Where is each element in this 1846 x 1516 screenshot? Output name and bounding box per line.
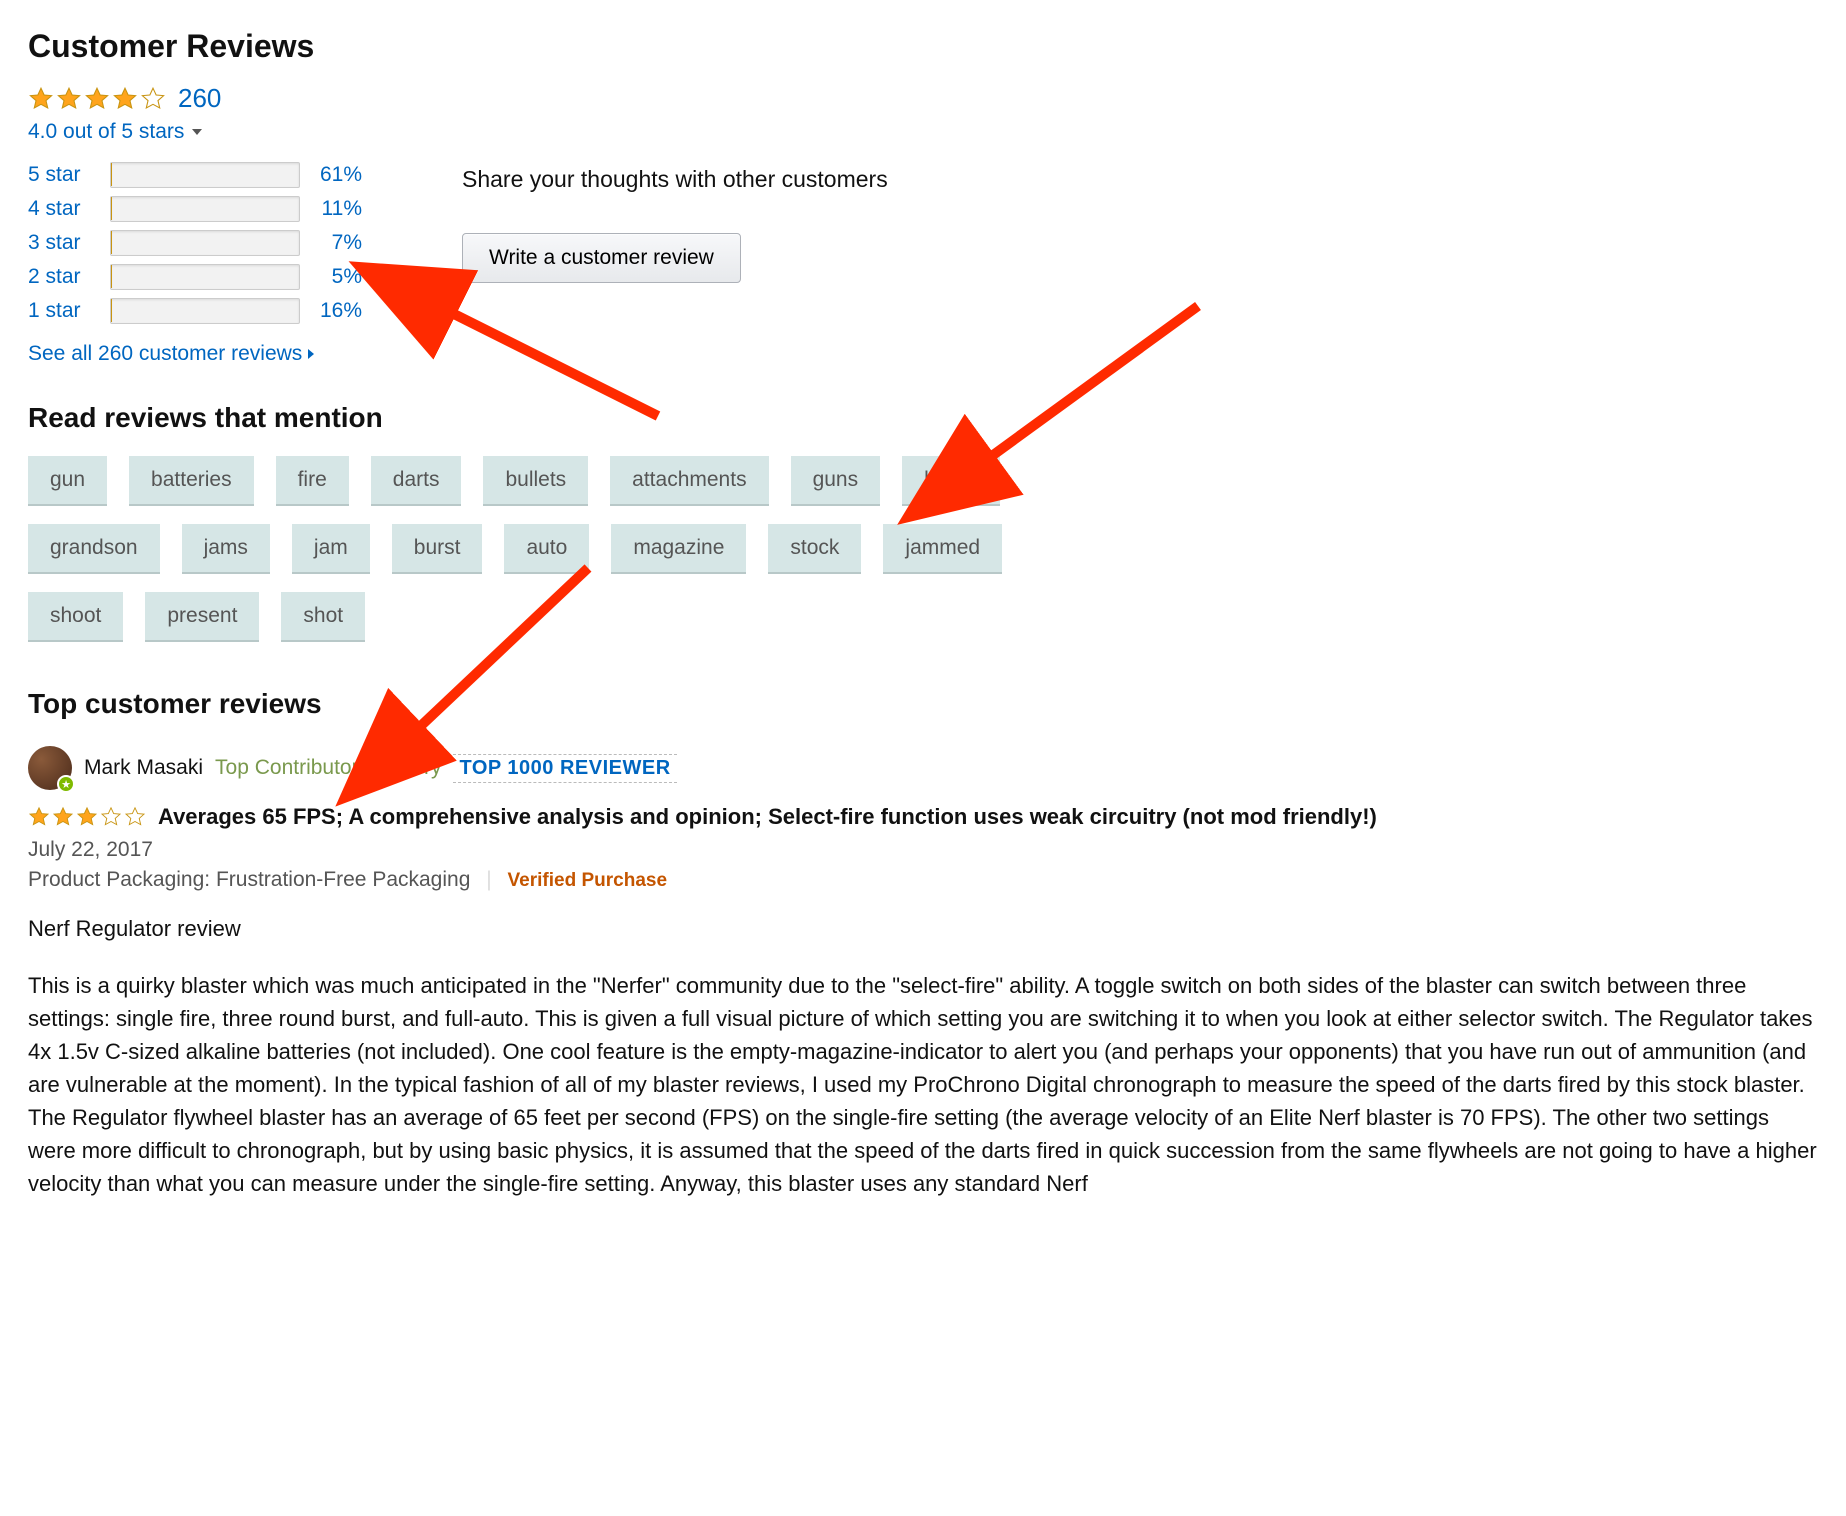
keyword-pill[interactable]: barrel xyxy=(902,456,1000,506)
keyword-pill[interactable]: batteries xyxy=(129,456,254,506)
histogram-row[interactable]: 5 star 61% xyxy=(28,162,362,188)
keyword-pill[interactable]: bullets xyxy=(483,456,588,506)
review-text: This is a quirky blaster which was much … xyxy=(28,969,1818,1200)
star-icon xyxy=(56,86,82,112)
star-icon xyxy=(112,86,138,112)
reviewer-name-link[interactable]: Mark Masaki xyxy=(84,756,203,780)
histogram-bar xyxy=(110,264,300,290)
reviewer-byline: ★ Mark Masaki Top Contributor: Archery T… xyxy=(28,746,1818,790)
see-all-label: See all 260 customer reviews xyxy=(28,342,302,366)
top-reviewer-badge[interactable]: TOP 1000 REVIEWER xyxy=(453,754,676,783)
histogram-pct: 16% xyxy=(312,299,362,323)
review-meta: Product Packaging: Frustration-Free Pack… xyxy=(28,868,1818,892)
star-icon xyxy=(124,806,146,828)
mentions-heading: Read reviews that mention xyxy=(28,402,1818,434)
star-icon xyxy=(76,806,98,828)
verified-purchase-badge[interactable]: Verified Purchase xyxy=(508,870,667,891)
keyword-pill[interactable]: attachments xyxy=(610,456,768,506)
histogram-label: 4 star xyxy=(28,197,98,221)
summary-stars xyxy=(28,86,166,112)
rating-text-dropdown[interactable]: 4.0 out of 5 stars xyxy=(28,120,1818,144)
keyword-pill[interactable]: present xyxy=(145,592,259,642)
review-intro: Nerf Regulator review xyxy=(28,912,1818,945)
contributor-badge[interactable]: Top Contributor: Archery xyxy=(215,756,441,780)
histogram-pct: 11% xyxy=(312,197,362,221)
rating-text: 4.0 out of 5 stars xyxy=(28,120,184,144)
customer-reviews-heading: Customer Reviews xyxy=(28,28,1818,65)
histogram-label: 3 star xyxy=(28,231,98,255)
review-body: Nerf Regulator review This is a quirky b… xyxy=(28,912,1818,1200)
see-all-reviews-link[interactable]: See all 260 customer reviews xyxy=(28,342,314,366)
histogram-row[interactable]: 3 star 7% xyxy=(28,230,362,256)
star-icon xyxy=(140,86,166,112)
histogram-bar xyxy=(110,298,300,324)
star-icon xyxy=(84,86,110,112)
review-date: July 22, 2017 xyxy=(28,838,1818,862)
keyword-pill[interactable]: stock xyxy=(768,524,861,574)
keyword-pill[interactable]: shot xyxy=(281,592,365,642)
keyword-pill[interactable]: auto xyxy=(504,524,589,574)
keyword-pill[interactable]: shoot xyxy=(28,592,123,642)
histogram-pct: 7% xyxy=(312,231,362,255)
histogram-row[interactable]: 1 star 16% xyxy=(28,298,362,324)
keyword-pill[interactable]: magazine xyxy=(611,524,746,574)
star-icon xyxy=(100,806,122,828)
histogram-label: 2 star xyxy=(28,265,98,289)
packaging-label: Product Packaging: Frustration-Free Pack… xyxy=(28,868,470,891)
separator: | xyxy=(486,868,491,891)
histogram-label: 5 star xyxy=(28,163,98,187)
keyword-pill[interactable]: gun xyxy=(28,456,107,506)
histogram-bar xyxy=(110,230,300,256)
keyword-list: gun batteries fire darts bullets attachments g… xyxy=(28,456,1028,642)
star-icon xyxy=(28,86,54,112)
chevron-down-icon xyxy=(192,129,202,135)
top-reviews-heading: Top customer reviews xyxy=(28,688,1818,720)
star-icon xyxy=(52,806,74,828)
rating-summary: 260 xyxy=(28,83,1818,114)
chevron-right-icon xyxy=(308,349,314,359)
write-review-button[interactable]: Write a customer review xyxy=(462,233,741,283)
review-stars xyxy=(28,806,146,828)
keyword-pill[interactable]: darts xyxy=(371,456,462,506)
share-prompt: Share your thoughts with other customers xyxy=(462,166,888,193)
review-header: Averages 65 FPS; A comprehensive analysi… xyxy=(28,804,1818,830)
star-icon xyxy=(28,806,50,828)
avatar[interactable]: ★ xyxy=(28,746,72,790)
histogram-pct: 61% xyxy=(312,163,362,187)
keyword-pill[interactable]: burst xyxy=(392,524,483,574)
review-title-link[interactable]: Averages 65 FPS; A comprehensive analysi… xyxy=(158,804,1377,830)
keyword-pill[interactable]: jam xyxy=(292,524,370,574)
keyword-pill[interactable]: jams xyxy=(182,524,270,574)
review-count-link[interactable]: 260 xyxy=(178,83,221,114)
histogram-bar xyxy=(110,196,300,222)
histogram-bar xyxy=(110,162,300,188)
keyword-pill[interactable]: jammed xyxy=(883,524,1002,574)
histogram-label: 1 star xyxy=(28,299,98,323)
histogram-row[interactable]: 4 star 11% xyxy=(28,196,362,222)
avatar-badge-icon: ★ xyxy=(57,775,75,793)
keyword-pill[interactable]: guns xyxy=(791,456,881,506)
histogram-row[interactable]: 2 star 5% xyxy=(28,264,362,290)
histogram-pct: 5% xyxy=(312,265,362,289)
keyword-pill[interactable]: fire xyxy=(276,456,349,506)
keyword-pill[interactable]: grandson xyxy=(28,524,160,574)
rating-histogram: 5 star 61% 4 star 11% 3 star 7% 2 star 5… xyxy=(28,162,362,324)
